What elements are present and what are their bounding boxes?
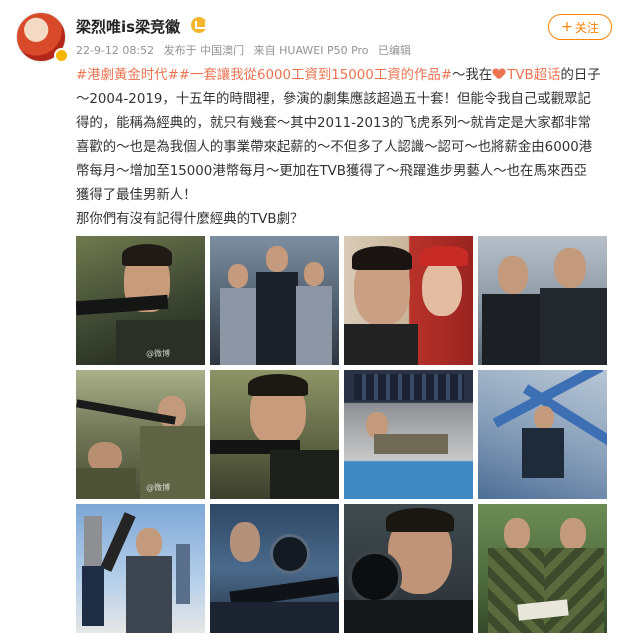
post-meta: 22-9-12 08:52 发布于 中国澳门 来自 HUAWEI P50 Pro… <box>76 42 417 58</box>
post-text: #港劇黃金时代##一套讓我從6000工資到15000工資的作品#～我在 TVB超话… <box>76 64 612 232</box>
supertopic-link[interactable]: TVB超话 <box>507 68 560 83</box>
post-line-5: 幣每月～增加至15000港幣每月～更加在TVB獲得了～飛躍進步男藝人～也在馬來西… <box>76 164 588 179</box>
post-line-6: 獲得了最佳男新人！ <box>76 188 197 203</box>
photo-watermark: @微博 <box>146 483 170 492</box>
photo-soldiers-aiming[interactable]: @微博 <box>76 370 205 499</box>
post-line-3: 得的，能稱為經典的，就只有幾套～其中2011-2013的飞虎系列～就肯定是大家都… <box>76 116 591 131</box>
photo-three-officers[interactable] <box>210 236 339 365</box>
photo-two-officers[interactable] <box>478 236 607 365</box>
post-line-4: 喜歡的～也是為我個人的事業帶來起薪的～不但多了人認識～認可～也將薪金由6000港 <box>76 140 593 155</box>
photo-couple-kiss[interactable] <box>344 236 473 365</box>
photo-camo-soldiers[interactable] <box>478 504 607 633</box>
username[interactable]: 梁烈唯is梁竞徽 <box>76 16 180 37</box>
supertopic-heart-icon <box>493 69 505 80</box>
hashtag-link[interactable]: #港劇黃金时代# <box>76 68 179 83</box>
photo-scope-closeup[interactable] <box>344 504 473 633</box>
photo-sniper-closeup[interactable]: @微博 <box>76 236 205 365</box>
post-header: 梁烈唯is梁竞徽 22-9-12 08:52 发布于 中国澳门 来自 HUAWE… <box>16 12 612 63</box>
post-text-segment: 的日子 <box>560 68 601 83</box>
post-device[interactable]: 来自 HUAWEI P50 Pro <box>254 44 369 57</box>
post-location: 发布于 中国澳门 <box>163 44 245 57</box>
photo-watermark: @微博 <box>146 349 170 358</box>
post-date[interactable]: 22-9-12 08:52 <box>76 44 154 57</box>
verified-badge-icon <box>54 48 69 63</box>
photo-rifle-aim[interactable] <box>210 370 339 499</box>
post-text-segment: ～我在 <box>452 68 493 83</box>
photo-climbing[interactable] <box>478 370 607 499</box>
photo-rooftop-gunner[interactable] <box>76 504 205 633</box>
hashtag-link[interactable]: #一套讓我從6000工資到15000工資的作品# <box>179 68 452 83</box>
post-line-7: 那你們有沒有記得什麼經典的TVB劇？ <box>76 212 304 227</box>
member-crown-icon[interactable] <box>191 17 207 33</box>
photo-scope-aim[interactable] <box>210 504 339 633</box>
post-line-2: ～2004-2019，十五年的時間裡，參演的劇集應該超過五十套！但能令我自己或觀… <box>76 92 591 107</box>
follow-label: 关注 <box>574 20 599 35</box>
plus-icon: + <box>561 19 573 35</box>
follow-button[interactable]: + 关注 <box>548 14 612 40</box>
photo-prone-training[interactable] <box>344 370 473 499</box>
edited-label[interactable]: 已编辑 <box>378 44 411 57</box>
post-line-1: #港劇黃金时代##一套讓我從6000工資到15000工資的作品#～我在 TVB超话… <box>76 64 612 88</box>
